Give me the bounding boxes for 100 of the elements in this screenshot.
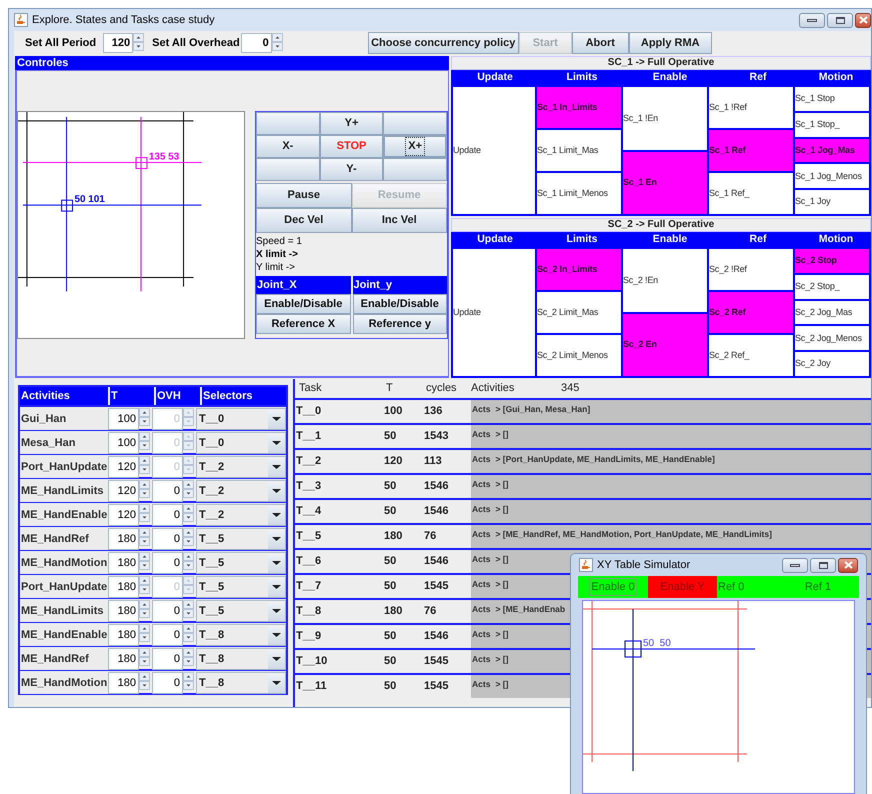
spin-up-icon[interactable] xyxy=(139,648,150,657)
number-spinner[interactable]: 0 xyxy=(152,528,183,550)
spin-up-icon[interactable] xyxy=(183,600,194,609)
selector-dropdown[interactable]: T__5 xyxy=(196,552,286,574)
spin-up-icon[interactable] xyxy=(139,600,150,609)
caret-icon xyxy=(268,457,285,477)
spin-up-icon[interactable] xyxy=(183,672,194,681)
close-icon xyxy=(844,561,852,569)
jog-button[interactable]: X+ xyxy=(383,135,447,158)
selector-dropdown[interactable]: T__2 xyxy=(196,456,286,478)
number-spinner[interactable]: 180 xyxy=(108,600,139,622)
number-spinner[interactable]: 0 xyxy=(152,624,183,646)
jog-button[interactable]: X- xyxy=(256,135,320,158)
spin-up-icon[interactable] xyxy=(183,552,194,561)
jog-button[interactable]: Y- xyxy=(320,158,384,181)
close-button[interactable] xyxy=(838,558,858,572)
number-spinner[interactable]: 0 xyxy=(152,480,183,502)
maximize-button[interactable] xyxy=(810,558,836,572)
close-button[interactable] xyxy=(855,12,871,28)
spin-up-icon[interactable] xyxy=(139,432,150,441)
spin-up-icon[interactable] xyxy=(272,33,283,42)
selector-dropdown[interactable]: T__8 xyxy=(196,648,286,670)
control-button[interactable]: Pause xyxy=(256,183,352,208)
spin-up-icon[interactable] xyxy=(139,624,150,633)
minimize-button[interactable] xyxy=(799,12,825,28)
spin-down-icon[interactable] xyxy=(139,441,150,450)
control-button[interactable]: Dec Vel xyxy=(256,208,352,233)
spin-down-icon[interactable] xyxy=(183,681,194,690)
spin-up-icon[interactable] xyxy=(139,552,150,561)
spin-up-icon[interactable] xyxy=(183,624,194,633)
spin-up-icon[interactable] xyxy=(139,528,150,537)
selector-dropdown[interactable]: T__5 xyxy=(196,528,286,550)
number-spinner[interactable]: 100 xyxy=(108,408,139,430)
spin-up-icon[interactable] xyxy=(133,33,144,42)
selector-dropdown[interactable]: T__8 xyxy=(196,672,286,694)
spin-down-icon[interactable] xyxy=(139,585,150,594)
reference-button[interactable]: Reference y xyxy=(352,314,447,334)
spin-down-icon[interactable] xyxy=(139,465,150,474)
spin-down-icon[interactable] xyxy=(139,633,150,642)
spin-up-icon[interactable] xyxy=(139,456,150,465)
spin-down-icon[interactable] xyxy=(183,513,194,522)
enable-button[interactable]: Enable/Disable xyxy=(256,294,350,314)
number-spinner[interactable]: 0 xyxy=(152,648,183,670)
spin-up-icon[interactable] xyxy=(183,528,194,537)
spin-down-icon[interactable] xyxy=(139,489,150,498)
number-spinner[interactable]: 180 xyxy=(108,648,139,670)
toolbar-button[interactable]: Abort xyxy=(572,32,629,54)
selector-dropdown[interactable]: T__5 xyxy=(196,576,286,598)
spin-up-icon[interactable] xyxy=(139,504,150,513)
number-spinner[interactable]: 0 xyxy=(240,33,272,53)
spin-down-icon[interactable] xyxy=(133,42,144,51)
spin-down-icon[interactable] xyxy=(183,537,194,546)
spin-down-icon[interactable] xyxy=(183,609,194,618)
number-spinner[interactable]: 120 xyxy=(108,504,139,526)
spin-down-icon[interactable] xyxy=(183,657,194,666)
spin-down-icon[interactable] xyxy=(183,489,194,498)
control-button[interactable]: Inc Vel xyxy=(352,208,447,233)
number-spinner[interactable]: 120 xyxy=(103,33,134,53)
number-spinner[interactable]: 0 xyxy=(152,600,183,622)
number-spinner[interactable]: 180 xyxy=(108,672,139,694)
selector-dropdown[interactable]: T__8 xyxy=(196,624,286,646)
selector-dropdown[interactable]: T__0 xyxy=(196,408,286,430)
number-spinner[interactable]: 120 xyxy=(108,480,139,502)
minimize-button[interactable] xyxy=(782,558,808,572)
spin-down-icon[interactable] xyxy=(139,561,150,570)
number-spinner[interactable]: 180 xyxy=(108,552,139,574)
spin-down-icon[interactable] xyxy=(139,537,150,546)
spin-down-icon[interactable] xyxy=(139,657,150,666)
toolbar-button[interactable]: Apply RMA xyxy=(628,32,712,54)
number-spinner[interactable]: 0 xyxy=(152,672,183,694)
spin-down-icon[interactable] xyxy=(139,681,150,690)
number-spinner[interactable]: 180 xyxy=(108,528,139,550)
maximize-button[interactable] xyxy=(827,12,853,28)
number-spinner[interactable]: 180 xyxy=(108,576,139,598)
number-spinner[interactable]: 0 xyxy=(152,504,183,526)
spin-up-icon[interactable] xyxy=(139,480,150,489)
number-spinner[interactable]: 100 xyxy=(108,432,139,454)
enable-button[interactable]: Enable/Disable xyxy=(352,294,447,314)
spin-down-icon[interactable] xyxy=(183,633,194,642)
spin-down-icon[interactable] xyxy=(183,561,194,570)
spin-up-icon[interactable] xyxy=(183,504,194,513)
spin-up-icon[interactable] xyxy=(139,672,150,681)
spin-down-icon[interactable] xyxy=(139,417,150,426)
toolbar-button[interactable]: Choose concurrency policy xyxy=(368,32,519,54)
spin-up-icon[interactable] xyxy=(139,576,150,585)
spin-up-icon[interactable] xyxy=(183,648,194,657)
reference-button[interactable]: Reference X xyxy=(256,314,350,334)
spin-up-icon[interactable] xyxy=(139,408,150,417)
spin-down-icon[interactable] xyxy=(272,42,283,51)
selector-dropdown[interactable]: T__5 xyxy=(196,600,286,622)
spin-up-icon[interactable] xyxy=(183,480,194,489)
number-spinner[interactable]: 120 xyxy=(108,456,139,478)
jog-button[interactable]: Y+ xyxy=(320,112,384,135)
spin-down-icon[interactable] xyxy=(139,609,150,618)
selector-dropdown[interactable]: T__2 xyxy=(196,504,286,526)
selector-dropdown[interactable]: T__0 xyxy=(196,432,286,454)
selector-dropdown[interactable]: T__2 xyxy=(196,480,286,502)
number-spinner[interactable]: 0 xyxy=(152,552,183,574)
spin-down-icon[interactable] xyxy=(139,513,150,522)
number-spinner[interactable]: 180 xyxy=(108,624,139,646)
